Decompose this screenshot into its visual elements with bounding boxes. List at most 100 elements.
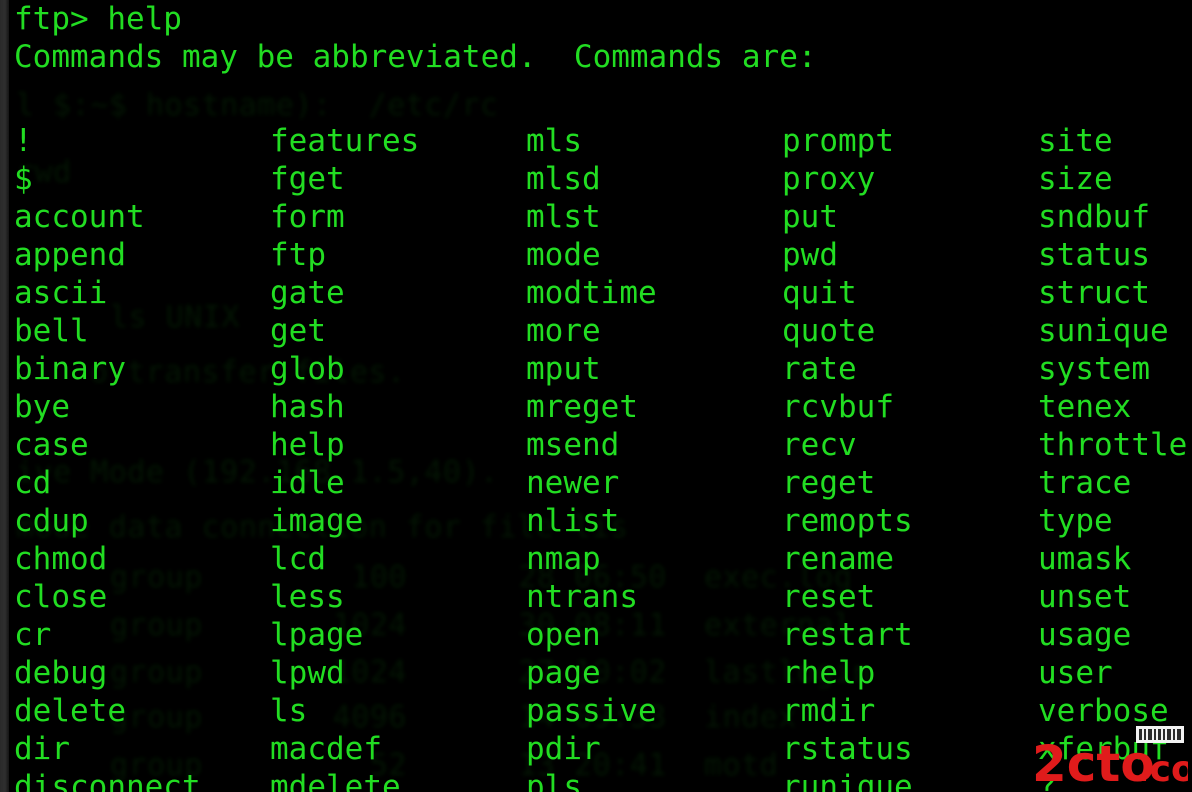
command-item: site — [1038, 123, 1113, 159]
command-item: prompt — [782, 123, 894, 159]
command-item: reget — [782, 465, 876, 501]
command-item: throttle — [1038, 427, 1188, 463]
command-item: cr — [14, 617, 52, 653]
commands-info-line: Commands may be abbreviated. Commands ar… — [14, 39, 817, 75]
command-item: disconnect — [14, 769, 201, 792]
command-item: features — [270, 123, 420, 159]
command-item: rhelp — [782, 655, 876, 691]
command-item: rmdir — [782, 693, 876, 729]
command-item: runique — [782, 769, 913, 792]
command-item: account — [14, 199, 145, 235]
command-item: proxy — [782, 161, 876, 197]
command-column-1: features fget form ftp gate get glob hash help id… — [270, 122, 520, 792]
command-item: nlist — [526, 503, 620, 539]
command-item: image — [270, 503, 364, 539]
command-item: append — [14, 237, 126, 273]
command-item: $ — [14, 161, 33, 197]
command-item: bell — [14, 313, 89, 349]
command-item: ascii — [14, 275, 108, 311]
command-item: newer — [526, 465, 620, 501]
command-item: rcvbuf — [782, 389, 894, 425]
command-item: mode — [526, 237, 601, 273]
command-item: system — [1038, 351, 1150, 387]
command-item: glob — [270, 351, 345, 387]
command-item: status — [1038, 237, 1150, 273]
command-item: binary — [14, 351, 126, 387]
command-item: help — [270, 427, 345, 463]
command-item: mdelete — [270, 769, 401, 792]
command-item: debug — [14, 655, 108, 691]
command-item: pdir — [526, 731, 601, 767]
command-column-0: ! $ account append ascii bell binary bye case cd c… — [14, 122, 264, 792]
command-item: rstatus — [782, 731, 913, 767]
command-item: idle — [270, 465, 345, 501]
command-item: more — [526, 313, 601, 349]
command-item: sunique — [1038, 313, 1169, 349]
terminal-content: ftp> help Commands may be abbreviated. C… — [0, 0, 1192, 792]
command-item: put — [782, 199, 838, 235]
command-item: ls — [270, 693, 308, 729]
command-item: get — [270, 313, 326, 349]
terminal-header: ftp> help Commands may be abbreviated. C… — [14, 0, 817, 76]
command-item: mlst — [526, 199, 601, 235]
command-column-4: site size sndbuf status struct sunique system t… — [1038, 122, 1192, 792]
watermark-logo-icon: 2cto .com — [1032, 726, 1188, 790]
terminal-left-edge-strip — [0, 0, 9, 792]
command-item: cd — [14, 465, 52, 501]
command-item: size — [1038, 161, 1113, 197]
command-item: restart — [782, 617, 913, 653]
command-item: unset — [1038, 579, 1132, 615]
command-item: rename — [782, 541, 894, 577]
command-item: less — [270, 579, 345, 615]
command-item: type — [1038, 503, 1113, 539]
command-item: recv — [782, 427, 857, 463]
command-item: rate — [782, 351, 857, 387]
command-item: lpage — [270, 617, 364, 653]
command-item: sndbuf — [1038, 199, 1150, 235]
command-item: dir — [14, 731, 70, 767]
command-item: hash — [270, 389, 345, 425]
watermark-tld-text: .com — [1136, 749, 1188, 790]
command-item: delete — [14, 693, 126, 729]
command-item: pls — [526, 769, 582, 792]
command-item: struct — [1038, 275, 1150, 311]
command-item: open — [526, 617, 601, 653]
command-item: page — [526, 655, 601, 691]
command-item: cdup — [14, 503, 89, 539]
command-item: umask — [1038, 541, 1132, 577]
command-item: remopts — [782, 503, 913, 539]
command-column-3: prompt proxy put pwd quit quote rate rcvbuf recv… — [782, 122, 1032, 792]
command-item: lcd — [270, 541, 326, 577]
command-item: pwd — [782, 237, 838, 273]
command-item: form — [270, 199, 345, 235]
command-item: close — [14, 579, 108, 615]
command-item: gate — [270, 275, 345, 311]
command-item: trace — [1038, 465, 1132, 501]
command-item: modtime — [526, 275, 657, 311]
command-item: msend — [526, 427, 620, 463]
command-item: usage — [1038, 617, 1132, 653]
command-item: ntrans — [526, 579, 638, 615]
command-item: quit — [782, 275, 857, 311]
command-item: user — [1038, 655, 1113, 691]
command-item: case — [14, 427, 89, 463]
command-item: reset — [782, 579, 876, 615]
command-item: bye — [14, 389, 70, 425]
site-watermark: 2cto .com — [1032, 724, 1188, 790]
command-column-2: mls mlsd mlst mode modtime more mput mreget msen… — [526, 122, 776, 792]
command-item: ! — [14, 123, 33, 159]
command-item: nmap — [526, 541, 601, 577]
command-item: tenex — [1038, 389, 1132, 425]
command-item: ftp — [270, 237, 326, 273]
command-item: passive — [526, 693, 657, 729]
command-item: mreget — [526, 389, 638, 425]
command-item: fget — [270, 161, 345, 197]
command-item: quote — [782, 313, 876, 349]
command-item: macdef — [270, 731, 382, 767]
command-item: mls — [526, 123, 582, 159]
ftp-prompt-line: ftp> help — [14, 1, 182, 37]
terminal-window: l $:~$ hostname): /etc/rc rwd ls UNIX o tra… — [0, 0, 1192, 792]
command-item: chmod — [14, 541, 108, 577]
command-item: lpwd — [270, 655, 345, 691]
command-item: mlsd — [526, 161, 601, 197]
